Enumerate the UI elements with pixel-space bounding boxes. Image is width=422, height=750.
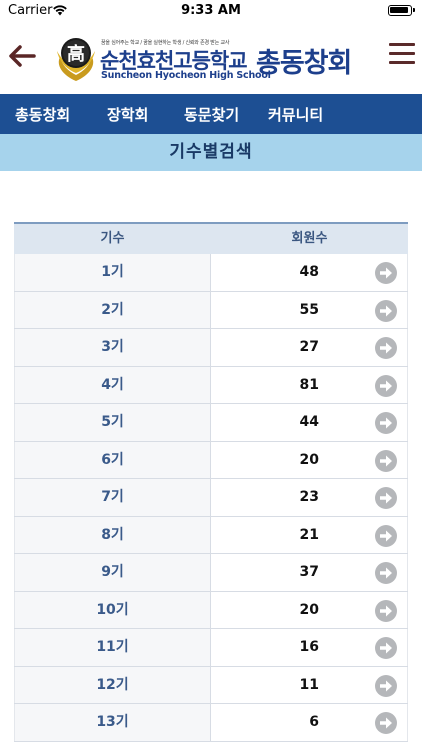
member-count: 44 — [299, 414, 319, 430]
clock: 9:33 AM — [181, 3, 241, 18]
table-body: 1기 48 2기 55 3기 27 4기 81 5기 44 6기 20 7기 23 8기 21 9기 37 10기 2… — [14, 254, 408, 742]
table-row[interactable]: 4기 81 — [14, 366, 408, 404]
member-count: 37 — [299, 564, 319, 580]
right-arrow-circle-icon[interactable] — [375, 487, 397, 509]
battery-icon — [388, 5, 415, 16]
members-cell: 44 — [211, 404, 408, 441]
member-count: 48 — [299, 264, 319, 280]
right-arrow-circle-icon[interactable] — [375, 262, 397, 284]
right-arrow-circle-icon[interactable] — [375, 674, 397, 697]
nav-item-community[interactable]: 커뮤니티 — [268, 104, 323, 125]
member-count: 20 — [299, 601, 319, 618]
page-title: 총동창회 — [256, 48, 352, 79]
table-header: 기수 회원수 — [14, 222, 408, 254]
member-count: 6 — [309, 714, 319, 730]
members-cell: 11 — [211, 666, 408, 703]
svg-text:高: 高 — [67, 43, 85, 65]
members-cell: 81 — [211, 366, 408, 403]
right-arrow-circle-icon[interactable] — [375, 337, 397, 359]
members-cell: 27 — [211, 329, 408, 366]
members-cell: 6 — [211, 704, 408, 741]
generation-cell: 8기 — [14, 516, 211, 553]
school-name-english: Suncheon Hyocheon High School — [101, 70, 271, 81]
table-row[interactable]: 10기 20 — [14, 591, 408, 629]
generation-cell: 2기 — [14, 291, 211, 328]
generation-table: 기수 회원수 1기 48 2기 55 3기 27 4기 81 5기 44 6기 20 7기 23 8기 21 9… — [14, 222, 408, 742]
table-row[interactable]: 2기 55 — [14, 291, 408, 329]
members-cell: 48 — [211, 254, 408, 291]
table-row[interactable]: 7기 23 — [14, 479, 408, 517]
table-row[interactable]: 11기 16 — [14, 629, 408, 667]
right-arrow-circle-icon[interactable] — [375, 299, 397, 322]
left-arrow-icon[interactable] — [6, 40, 38, 72]
generation-cell: 11기 — [14, 629, 211, 666]
school-emblem-icon: 高 — [57, 38, 95, 81]
member-count: 20 — [299, 451, 319, 468]
table-row[interactable]: 9기 37 — [14, 554, 408, 592]
right-arrow-circle-icon[interactable] — [375, 712, 397, 734]
member-count: 21 — [299, 526, 319, 543]
generation-cell: 9기 — [14, 554, 211, 591]
generation-cell: 6기 — [14, 441, 211, 478]
table-row[interactable]: 3기 27 — [14, 329, 408, 367]
table-row[interactable]: 12기 11 — [14, 666, 408, 704]
members-cell: 16 — [211, 629, 408, 666]
right-arrow-circle-icon[interactable] — [375, 524, 397, 547]
member-count: 81 — [299, 376, 319, 393]
members-cell: 37 — [211, 554, 408, 591]
table-row[interactable]: 6기 20 — [14, 441, 408, 479]
generation-cell: 1기 — [14, 254, 211, 291]
member-count: 23 — [299, 489, 319, 505]
table-row[interactable]: 13기 6 — [14, 704, 408, 742]
column-header-members: 회원수 — [291, 231, 328, 246]
member-count: 11 — [299, 676, 319, 693]
generation-cell: 12기 — [14, 666, 211, 703]
generation-cell: 5기 — [14, 404, 211, 441]
main-nav: 총동창회 장학회 동문찾기 커뮤니티 — [0, 94, 422, 134]
right-arrow-circle-icon[interactable] — [375, 637, 397, 659]
table-row[interactable]: 5기 44 — [14, 404, 408, 442]
members-cell: 55 — [211, 291, 408, 328]
section-title: 기수별검색 — [0, 134, 422, 171]
member-count: 27 — [299, 339, 319, 355]
right-arrow-circle-icon[interactable] — [375, 412, 397, 434]
members-cell: 20 — [211, 591, 408, 628]
generation-cell: 7기 — [14, 479, 211, 516]
generation-cell: 3기 — [14, 329, 211, 366]
right-arrow-circle-icon[interactable] — [375, 562, 397, 584]
hamburger-menu-icon[interactable] — [389, 41, 415, 67]
generation-cell: 4기 — [14, 366, 211, 403]
nav-item-find-alumni[interactable]: 동문찾기 — [184, 104, 239, 125]
nav-item-alumni-association[interactable]: 총동창회 — [15, 104, 70, 125]
generation-cell: 13기 — [14, 704, 211, 741]
table-row[interactable]: 1기 48 — [14, 254, 408, 292]
member-count: 16 — [299, 639, 319, 655]
member-count: 55 — [299, 301, 319, 318]
right-arrow-circle-icon[interactable] — [375, 599, 397, 622]
members-cell: 21 — [211, 516, 408, 553]
nav-item-scholarship[interactable]: 장학회 — [107, 104, 148, 125]
app-header: 高 꿈을 심어주는 학교 / 꿈을 실현하는 학생 / 신뢰와 존경 받는 교사… — [0, 22, 422, 94]
members-cell: 20 — [211, 441, 408, 478]
generation-cell: 10기 — [14, 591, 211, 628]
right-arrow-circle-icon[interactable] — [375, 449, 397, 472]
column-header-generation: 기수 — [100, 231, 125, 246]
right-arrow-circle-icon[interactable] — [375, 374, 397, 397]
members-cell: 23 — [211, 479, 408, 516]
table-row[interactable]: 8기 21 — [14, 516, 408, 554]
status-bar: Carrier 9:33 AM — [0, 0, 422, 22]
